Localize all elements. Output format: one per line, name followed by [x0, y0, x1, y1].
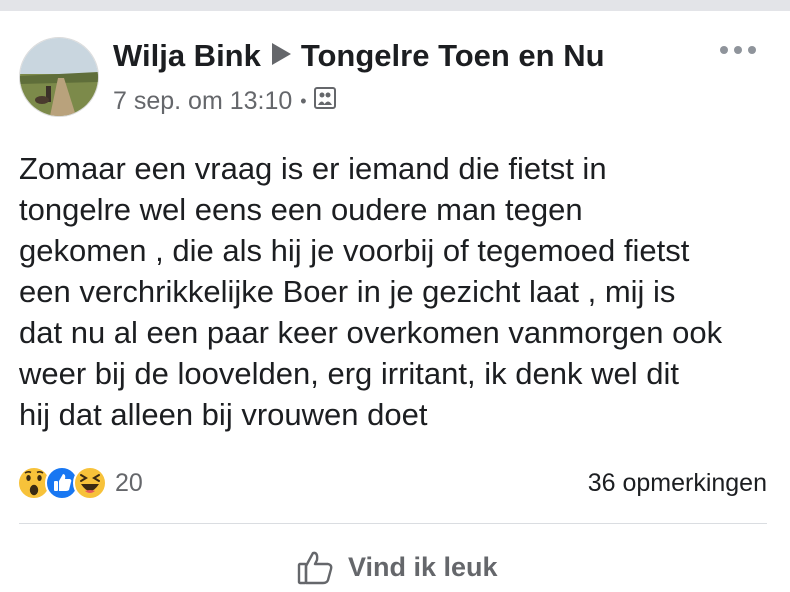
- timestamp[interactable]: 7 sep. om 13:10: [113, 87, 292, 116]
- top-bar: [0, 0, 790, 11]
- post-text-line: hij dat alleen bij vrouwen doet: [19, 397, 428, 432]
- comments-count[interactable]: 36 opmerkingen: [588, 466, 767, 500]
- post-meta: 7 sep. om 13:10 •: [113, 84, 336, 118]
- post-header: Wilja Bink Tongelre Toen en Nu: [113, 36, 605, 76]
- reaction-count: 20: [115, 468, 143, 497]
- post-text-line: Zomaar een vraag is er iemand die fietst…: [19, 151, 607, 186]
- author-name[interactable]: Wilja Bink: [113, 38, 261, 74]
- post-text-line: dat nu al een paar keer overkomen vanmor…: [19, 315, 723, 350]
- divider: [19, 523, 767, 524]
- separator-dot: •: [300, 90, 307, 111]
- like-button[interactable]: Vind ik leuk: [296, 545, 498, 589]
- post-text-line: tongelre wel eens een oudere man tegen: [19, 192, 583, 227]
- post-text: Zomaar een vraag is er iemand die fietst…: [19, 148, 774, 435]
- avatar[interactable]: [19, 37, 99, 117]
- arrow-right-icon: [270, 38, 292, 74]
- post-text-line: weer bij de loovelden, erg irritant, ik …: [19, 356, 679, 391]
- reactions-summary[interactable]: 20: [17, 463, 143, 503]
- haha-reaction-icon: [73, 466, 107, 500]
- group-name[interactable]: Tongelre Toen en Nu: [301, 38, 605, 74]
- thumbs-up-icon: [297, 551, 333, 585]
- more-options-icon[interactable]: [720, 40, 756, 60]
- like-button-label: Vind ik leuk: [348, 551, 498, 582]
- post-text-line: gekomen , die als hij je voorbij of tege…: [19, 233, 690, 268]
- photo-audience-icon[interactable]: [313, 86, 336, 116]
- post-text-line: een verchrikkelijke Boer in je gezicht l…: [19, 274, 676, 309]
